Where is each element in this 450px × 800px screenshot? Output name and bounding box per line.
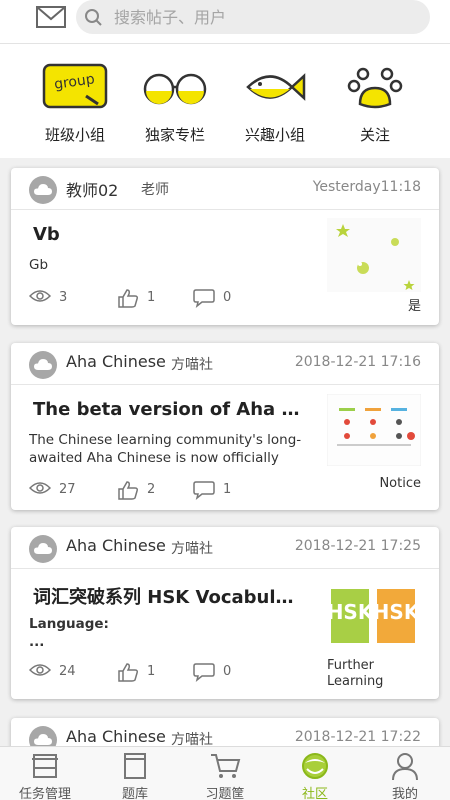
post-tag: Notice xyxy=(379,476,421,491)
avatar[interactable] xyxy=(29,351,57,379)
comment-icon xyxy=(193,481,215,500)
tab-question-bank[interactable]: 题库 xyxy=(90,751,180,800)
search-input[interactable] xyxy=(114,4,414,30)
glasses-icon xyxy=(143,73,207,105)
person-icon xyxy=(392,753,418,781)
group-icon: group xyxy=(42,63,108,109)
post-excerpt: Language: xyxy=(29,616,109,632)
post-stats: 24 1 0 xyxy=(29,662,289,682)
post-excerpt: The Chinese learning community's long-aw… xyxy=(29,432,302,466)
avatar[interactable] xyxy=(29,535,57,563)
author-name[interactable]: Aha Chinese xyxy=(66,727,166,746)
eye-icon xyxy=(29,664,51,676)
category-label: 班级小组 xyxy=(44,126,105,144)
category-row: group 班级小组 独家专栏 兴趣小组 关注 xyxy=(0,44,450,158)
tab-label: 社区 xyxy=(301,787,328,800)
post-date: 2018-12-21 17:22 xyxy=(294,729,421,745)
fish-icon xyxy=(246,73,306,101)
search-bar[interactable] xyxy=(76,0,430,34)
post-title[interactable]: Vb xyxy=(33,224,303,245)
likes-count: 1 xyxy=(147,290,156,305)
top-bar xyxy=(0,0,450,44)
author-role: 方喵社 xyxy=(171,357,213,373)
cloud-icon xyxy=(34,359,52,370)
likes-count: 1 xyxy=(147,664,156,679)
tab-label: 题库 xyxy=(121,787,148,800)
cloud-icon xyxy=(34,543,52,554)
post-thumbnail[interactable] xyxy=(327,218,421,292)
post-title[interactable]: 词汇突破系列 HSK Vocabulary xyxy=(33,583,305,609)
avatar[interactable] xyxy=(29,176,57,204)
category-interest-group[interactable]: 兴趣小组 xyxy=(225,62,325,145)
post-tag: 是 xyxy=(407,299,421,314)
category-label: 关注 xyxy=(359,126,390,144)
post-stats: 3 1 0 xyxy=(29,288,289,308)
question-bank-icon xyxy=(124,753,146,779)
cloud-icon xyxy=(34,184,52,195)
author-name[interactable]: 教师02 xyxy=(66,177,118,201)
community-icon xyxy=(302,753,328,779)
post-thumbnail[interactable] xyxy=(327,394,421,466)
cart-icon xyxy=(211,754,241,778)
thumbs-up-icon xyxy=(118,289,138,308)
category-class-group[interactable]: group 班级小组 xyxy=(25,62,125,145)
comments-count: 0 xyxy=(223,664,232,679)
post-card[interactable]: 教师02 老师 Yesterday11:18 Vb Gb 是 3 1 0 xyxy=(11,168,439,325)
tab-exercise-basket[interactable]: 习题筐 xyxy=(180,751,270,800)
comments-count: 0 xyxy=(223,290,232,305)
post-excerpt: Gb xyxy=(29,257,49,273)
tab-tasks[interactable]: 任务管理 xyxy=(0,751,90,800)
post-date: 2018-12-21 17:25 xyxy=(294,538,421,554)
post-header: Aha Chinese 方喵社 2018-12-21 17:25 xyxy=(11,527,439,569)
comment-icon xyxy=(193,289,215,308)
post-stats: 27 2 1 xyxy=(29,480,289,500)
mail-icon[interactable] xyxy=(36,5,66,29)
category-label: 兴趣小组 xyxy=(244,126,305,144)
tab-label: 我的 xyxy=(391,787,418,800)
views-count: 24 xyxy=(59,664,76,679)
comment-icon xyxy=(193,663,215,682)
category-exclusive-column[interactable]: 独家专栏 xyxy=(125,62,225,145)
post-header: Aha Chinese 方喵社 2018-12-21 17:16 xyxy=(11,343,439,385)
tab-label: 任务管理 xyxy=(18,787,71,800)
author-name[interactable]: Aha Chinese xyxy=(66,536,166,555)
author-role: 方喵社 xyxy=(171,541,213,557)
eye-icon xyxy=(29,482,51,494)
paw-icon xyxy=(347,67,403,109)
likes-count: 2 xyxy=(147,482,156,497)
views-count: 3 xyxy=(59,290,68,305)
author-role: 老师 xyxy=(141,182,169,198)
post-thumbnail[interactable]: HSK HSK xyxy=(327,583,421,647)
views-count: 27 xyxy=(59,482,76,497)
cloud-icon xyxy=(34,734,52,745)
post-header: 教师02 老师 Yesterday11:18 xyxy=(11,168,439,210)
svg-text:HSK: HSK xyxy=(373,600,421,624)
tab-mine[interactable]: 我的 xyxy=(360,751,450,800)
tasks-icon xyxy=(32,754,58,778)
category-label: 独家专栏 xyxy=(144,126,205,144)
svg-text:HSK: HSK xyxy=(327,600,375,624)
post-date: Yesterday11:18 xyxy=(312,179,421,195)
search-icon xyxy=(85,9,102,26)
comments-count: 1 xyxy=(223,482,232,497)
author-name[interactable]: Aha Chinese xyxy=(66,352,166,371)
thumbs-up-icon xyxy=(118,663,138,682)
post-title[interactable]: The beta version of Aha Chinese xyxy=(33,399,303,420)
thumbs-up-icon xyxy=(118,481,138,500)
post-tag: Further Learning xyxy=(327,658,384,689)
tab-community[interactable]: 社区 xyxy=(270,751,360,800)
post-card[interactable]: Aha Chinese 方喵社 2018-12-21 17:16 The bet… xyxy=(11,343,439,510)
eye-icon xyxy=(29,290,51,302)
tab-label: 习题筐 xyxy=(205,787,245,800)
post-date: 2018-12-21 17:16 xyxy=(294,354,421,370)
post-excerpt-more: ... xyxy=(29,634,45,650)
bottom-tab-bar: 任务管理 题库 习题筐 社区 我的 xyxy=(0,746,450,800)
post-card[interactable]: Aha Chinese 方喵社 2018-12-21 17:25 词汇突破系列 … xyxy=(11,527,439,699)
category-follow[interactable]: 关注 xyxy=(325,62,425,145)
